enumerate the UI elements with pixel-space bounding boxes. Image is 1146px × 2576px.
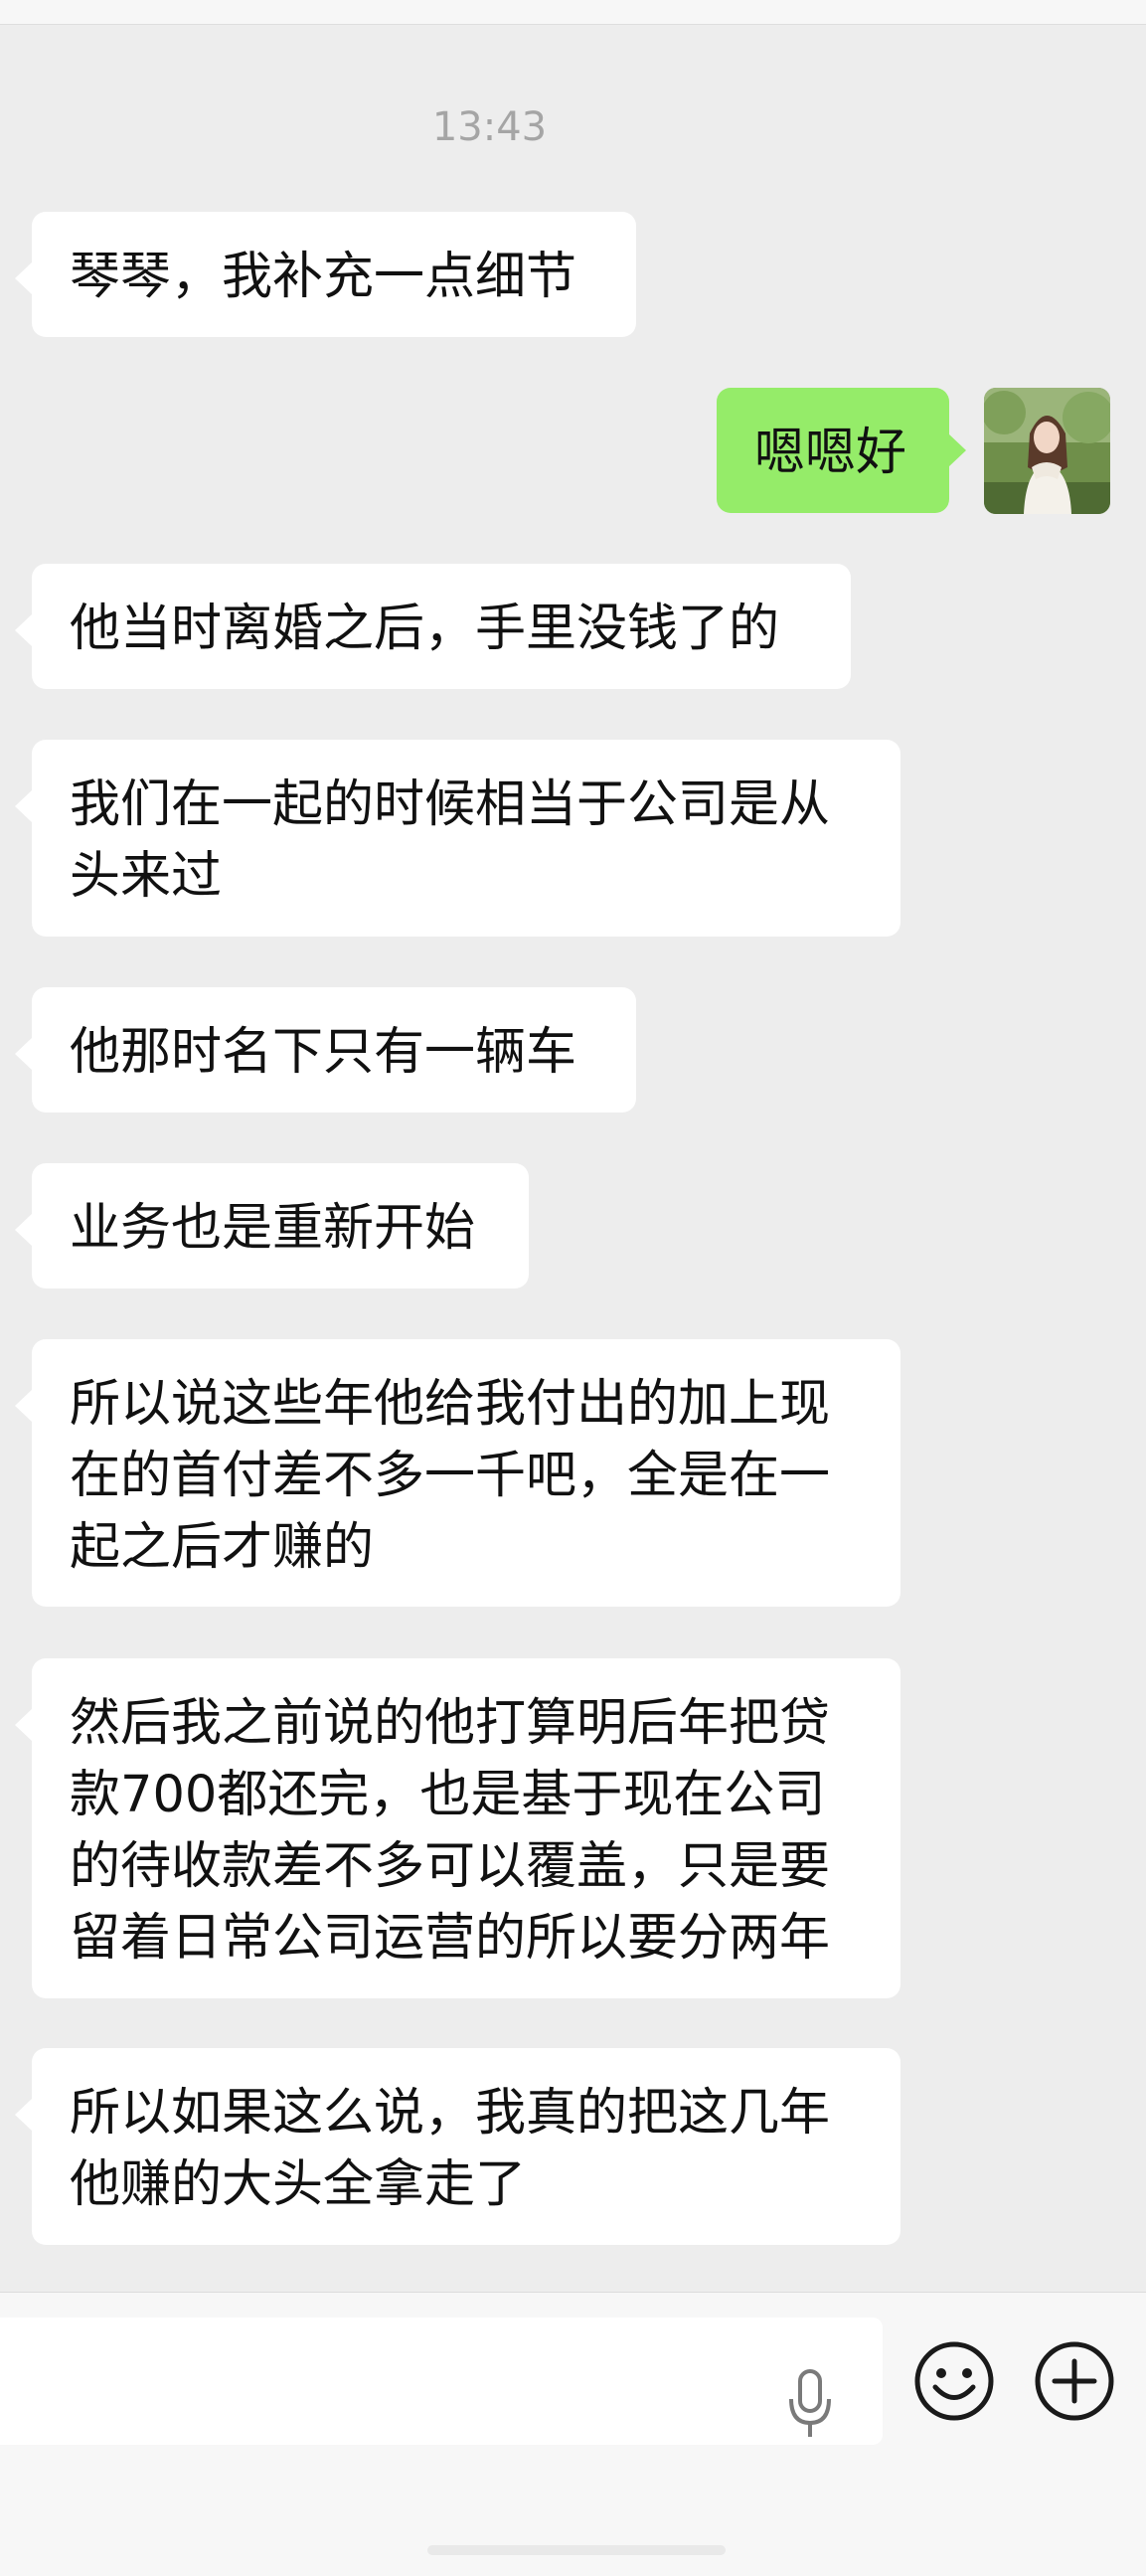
message-timestamp: 13:43 xyxy=(431,104,548,150)
message-input[interactable] xyxy=(0,2318,883,2445)
user-avatar[interactable] xyxy=(984,388,1110,514)
message-bubble-incoming[interactable]: 我们在一起的时候相当于公司是从 头来过 xyxy=(15,740,900,937)
message-bubble-incoming[interactable]: 业务也是重新开始 xyxy=(15,1163,529,1288)
message-bubble-incoming[interactable]: 他当时离婚之后，手里没钱了的 xyxy=(15,564,851,689)
message-bubble-incoming[interactable]: 琴琴，我补充一点细节 xyxy=(15,212,636,337)
microphone-icon[interactable] xyxy=(775,2353,845,2453)
plus-circle-icon[interactable] xyxy=(1034,2340,1115,2422)
chat-input-bar xyxy=(0,2292,1146,2576)
message-bubble-incoming[interactable]: 然后我之前说的他打算明后年把贷 款700都还完，也是基于现在公司 的待收款差不多… xyxy=(15,1658,900,1998)
message-bubble-incoming[interactable]: 他那时名下只有一辆车 xyxy=(15,987,636,1113)
top-bar-edge xyxy=(0,0,1146,25)
message-bubble-incoming[interactable]: 所以说这些年他给我付出的加上现 在的首付差不多一千吧，全是在一 起之后才赚的 xyxy=(15,1339,900,1607)
avatar-photo-icon xyxy=(984,388,1110,514)
home-indicator xyxy=(427,2545,726,2555)
message-bubble-incoming[interactable]: 所以如果这么说，我真的把这几年 他赚的大头全拿走了 xyxy=(15,2048,900,2245)
smiley-icon[interactable] xyxy=(913,2340,995,2422)
message-bubble-outgoing[interactable]: 嗯嗯好 xyxy=(717,388,966,513)
chat-screen: 13:43 琴琴，我补充一点细节 嗯嗯好 他当时离婚之后，手里没钱了的 我们在一… xyxy=(0,0,1146,2576)
